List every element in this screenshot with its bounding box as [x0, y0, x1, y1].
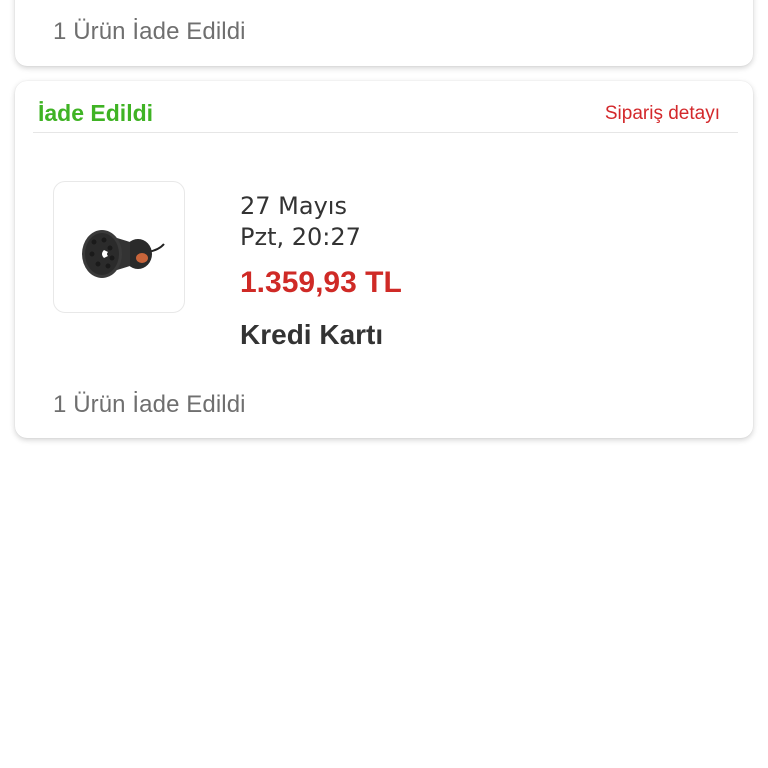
order-status: İade Edildi: [38, 100, 154, 126]
order-card[interactable]: İade Edildi Sipariş detayı 27 Mayıs Pzt,…: [15, 81, 753, 438]
payment-method: Kredi Kartı: [240, 319, 384, 350]
order-card-previous[interactable]: 1 Ürün İade Edildi: [15, 0, 753, 66]
order-detail-link[interactable]: Sipariş detayı: [605, 103, 720, 125]
order-price: 1.359,93 TL: [240, 266, 402, 299]
order-date-time: Pzt, 20:27: [240, 223, 361, 251]
card-divider: [33, 132, 738, 133]
order-item-summary: 1 Ürün İade Edildi: [53, 18, 246, 45]
hair-dryer-diffuser-icon: [82, 230, 165, 278]
product-thumbnail[interactable]: [53, 181, 185, 313]
order-date-day: 27 Mayıs: [240, 192, 347, 220]
order-item-summary: 1 Ürün İade Edildi: [53, 391, 246, 418]
order-date: 27 Mayıs Pzt, 20:27: [240, 191, 361, 253]
